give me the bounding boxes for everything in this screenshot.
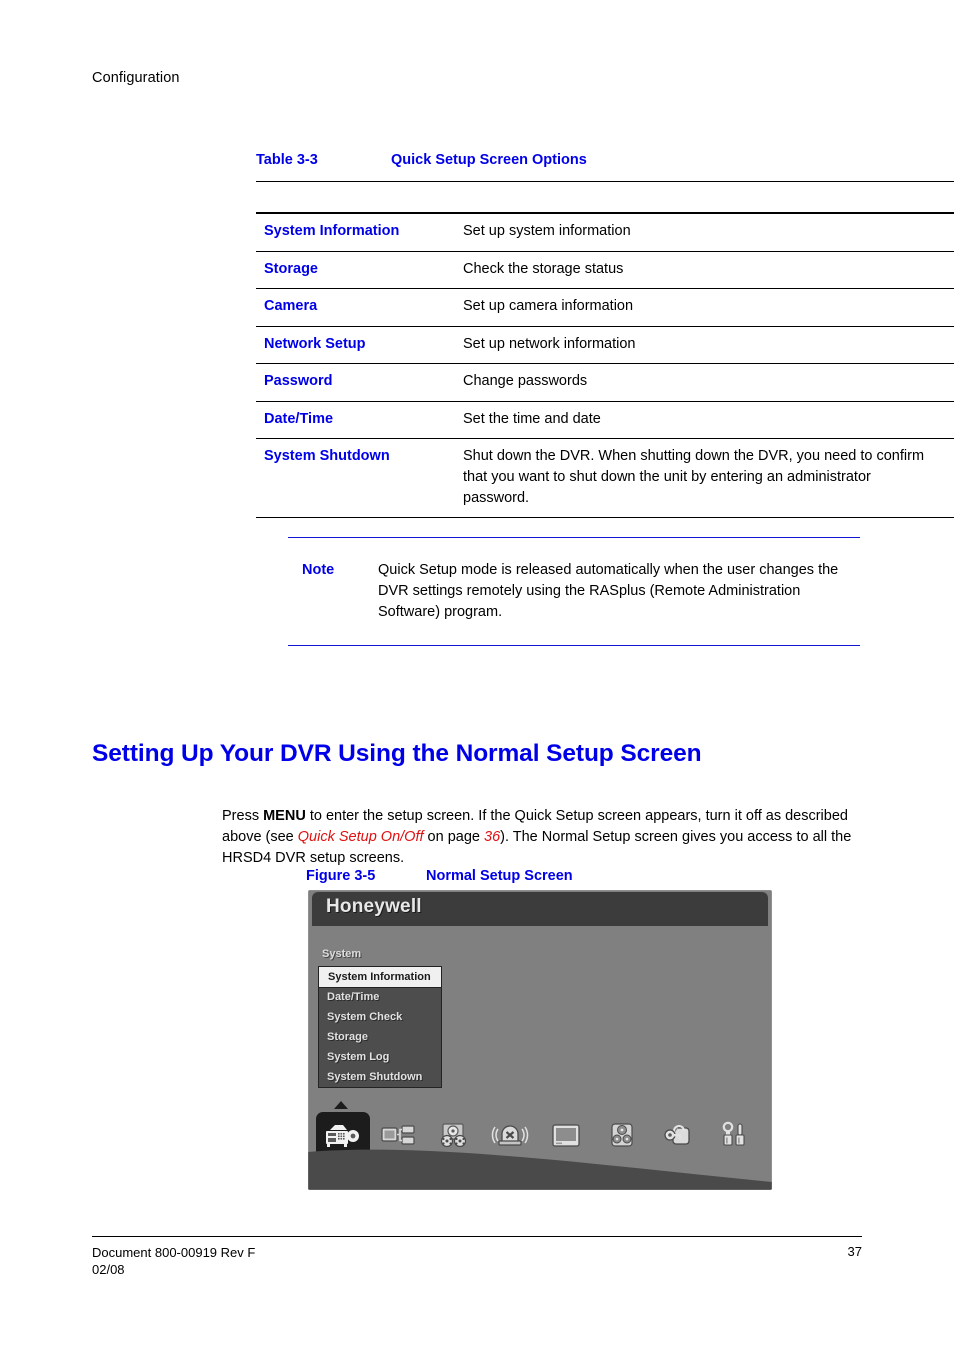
cross-reference-page-link[interactable]: 36 xyxy=(484,829,500,845)
option-description: Set up camera information xyxy=(463,298,634,315)
honeywell-logo: Honeywell xyxy=(326,896,422,917)
note-bottom-rule xyxy=(288,645,860,647)
table-row: Password Change passwords xyxy=(256,364,954,402)
dvr-footer-swoosh xyxy=(308,1136,772,1190)
table-caption-number: Table 3-3 xyxy=(256,152,318,168)
table-row: Network Setup Set up network information xyxy=(256,327,954,365)
table-row: System Information Set up system informa… xyxy=(256,214,954,252)
option-name: Storage xyxy=(264,260,318,277)
table-bottom-rule xyxy=(256,517,954,519)
figure-caption: Figure 3-5 Normal Setup Screen xyxy=(306,868,573,884)
table-row: Date/Time Set the time and date xyxy=(256,402,954,440)
body-paragraph: Press MENU to enter the setup screen. If… xyxy=(222,806,867,869)
para-text-1: Press xyxy=(222,807,264,824)
footer-document-number: Document 800-00919 Rev F xyxy=(92,1245,256,1260)
note-text: Quick Setup mode is released automatical… xyxy=(378,562,839,621)
table-row: Storage Check the storage status xyxy=(256,252,954,290)
menu-keyword: MENU xyxy=(263,807,306,824)
cross-reference-link[interactable]: Quick Setup On/Off xyxy=(298,829,424,845)
section-heading: Setting Up Your DVR Using the Normal Set… xyxy=(92,740,702,768)
figure-caption-title: Normal Setup Screen xyxy=(426,868,573,884)
option-name: Password xyxy=(264,373,333,390)
dvr-menu-item-system-log[interactable]: System Log xyxy=(319,1047,441,1067)
option-description: Shut down the DVR. When shutting down th… xyxy=(463,448,925,506)
note-label: Note xyxy=(302,562,335,578)
option-name: Camera xyxy=(264,298,318,315)
note-block: Note Quick Setup mode is released automa… xyxy=(288,537,860,647)
dvr-menu-item-date-time[interactable]: Date/Time xyxy=(319,987,441,1007)
footer-date: 02/08 xyxy=(92,1262,125,1278)
option-description: Set up network information xyxy=(463,335,636,352)
table-caption: Table 3-3 Quick Setup Screen Options xyxy=(256,152,954,181)
footer-document-info: Document 800-00919 Rev F 02/08 xyxy=(92,1244,255,1278)
dvr-menu-group-label: System xyxy=(322,948,362,960)
table-row: System Shutdown Shut down the DVR. When … xyxy=(256,439,954,519)
table-header-row xyxy=(256,182,954,212)
dvr-menu-item-storage[interactable]: Storage xyxy=(319,1027,441,1047)
dvr-menu-item-system-information[interactable]: System Information xyxy=(318,966,442,988)
option-name: Network Setup xyxy=(264,335,366,352)
option-description: Check the storage status xyxy=(463,260,624,277)
page-number: 37 xyxy=(847,1244,862,1259)
footer-rule xyxy=(92,1236,862,1237)
figure-caption-number: Figure 3-5 xyxy=(306,868,376,884)
option-name: System Information xyxy=(264,223,400,239)
option-name: System Shutdown xyxy=(264,448,390,465)
dvr-menu-item-system-shutdown[interactable]: System Shutdown xyxy=(319,1067,441,1087)
dvr-setup-screenshot: Honeywell System System Information Date… xyxy=(308,890,772,1190)
dvr-system-menu: System Information Date/Time System Chec… xyxy=(318,966,442,1088)
option-description: Set up system information xyxy=(463,223,631,239)
table-row: Camera Set up camera information xyxy=(256,289,954,327)
para-text-3: on page xyxy=(423,828,484,845)
table-caption-title: Quick Setup Screen Options xyxy=(391,152,587,168)
dvr-menu-item-system-check[interactable]: System Check xyxy=(319,1007,441,1027)
option-name: Date/Time xyxy=(264,410,334,427)
options-table: Table 3-3 Quick Setup Screen Options Sys… xyxy=(256,152,954,519)
option-description: Change passwords xyxy=(463,373,588,390)
document-page: Configuration Table 3-3 Quick Setup Scre… xyxy=(0,0,954,1348)
running-header: Configuration xyxy=(92,70,180,86)
option-description: Set the time and date xyxy=(463,410,601,427)
